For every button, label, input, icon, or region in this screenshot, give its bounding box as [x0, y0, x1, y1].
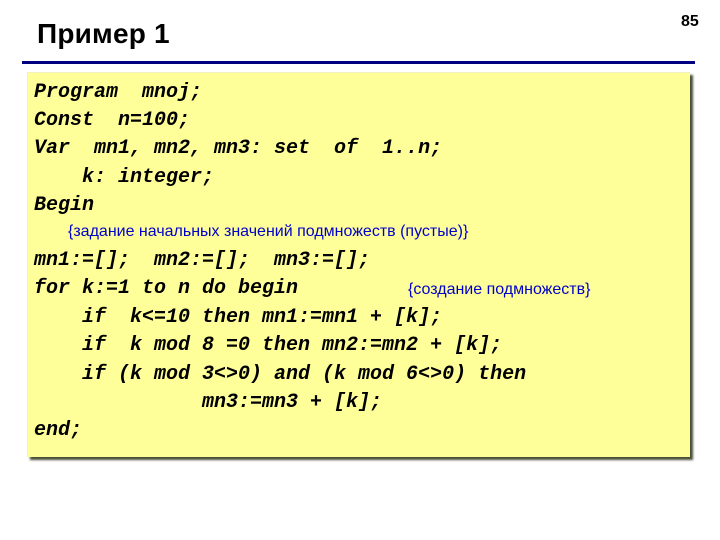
code-line: end;: [34, 419, 83, 442]
code-line: mn3:=mn3 + [k];: [34, 391, 383, 414]
code-comment: {задание начальных значений подмножеств …: [68, 223, 469, 240]
code-line: Program mnoj;: [34, 81, 203, 104]
code-line: if k mod 8 =0 then mn2:=mn2 + [k];: [34, 334, 503, 357]
code-line: mn1:=[]; mn2:=[]; mn3:=[];: [34, 249, 371, 272]
code-comment: {создание подмножеств}: [408, 281, 591, 298]
page-number: 85: [681, 13, 699, 30]
slide-title: Пример 1: [37, 18, 170, 49]
code-line: Var mn1, mn2, mn3: set of 1..n;: [34, 137, 443, 160]
title-underline: [22, 61, 695, 64]
code-line: k: integer;: [34, 166, 215, 189]
code-line: for k:=1 to n do begin: [34, 277, 299, 300]
code-block: Program mnoj; Const n=100; Var mn1, mn2,…: [27, 72, 690, 457]
code-line: Begin: [34, 194, 95, 217]
code-line: if k<=10 then mn1:=mn1 + [k];: [34, 306, 443, 329]
code-line: Const n=100;: [34, 109, 191, 132]
code-line: if (k mod 3<>0) and (k mod 6<>0) then: [34, 363, 527, 386]
